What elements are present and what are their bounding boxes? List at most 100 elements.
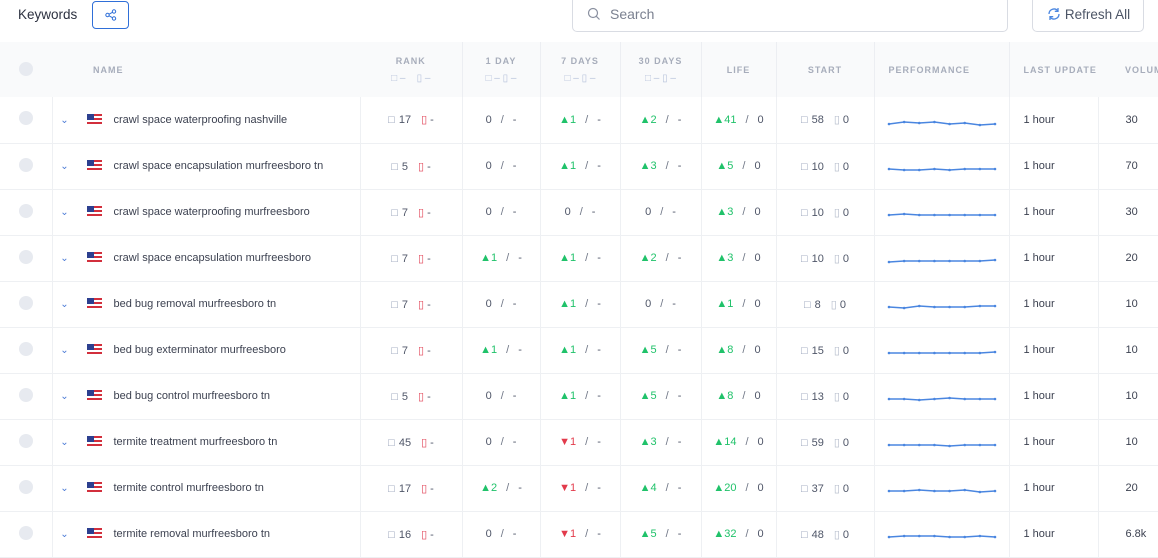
row-checkbox[interactable] (18, 111, 33, 126)
table-row[interactable]: ⌄ bed bug exterminator murfreesboro □ 7 ▯ - ▲1… (0, 327, 1158, 373)
table-row[interactable]: ⌄ termite control murfreesboro tn □ 17 ▯ - ▲2/… (0, 465, 1158, 511)
select-all-checkbox[interactable] (19, 61, 33, 76)
row-select-cell (0, 143, 53, 189)
table-row[interactable]: ⌄ bed bug removal murfreesboro tn □ 7 ▯ -0/- ▲… (0, 281, 1158, 327)
table-row[interactable]: ⌄ crawl space encapsulation murfreesboro □… (0, 235, 1158, 281)
row-checkbox[interactable] (18, 203, 33, 218)
day1-cell: 0 /- (462, 511, 541, 557)
last-update-value: 1 hour (1023, 298, 1055, 310)
last-update-cell: 1 hour (1009, 419, 1099, 465)
days7-value: 1 (570, 390, 577, 402)
table-row[interactable]: ⌄ bed bug control murfreesboro tn □ 5 ▯ -0/- ▲… (0, 373, 1158, 419)
row-checkbox[interactable] (18, 295, 33, 310)
page-title: Keywords (18, 7, 78, 22)
life-value: 3 (727, 252, 734, 264)
sparkline-point (978, 259, 981, 263)
life-mobile-value: 0 (754, 344, 761, 356)
desktop-icon: □ (388, 528, 395, 541)
us-flag-icon (86, 390, 102, 400)
table-row[interactable]: ⌄ crawl space encapsulation murfreesboro … (0, 143, 1158, 189)
performance-sparkline (887, 350, 996, 355)
life-header[interactable]: LIFE (701, 42, 777, 97)
volume-value: 20 (1125, 482, 1138, 494)
last-update-header[interactable]: LAST UPDATE (1009, 42, 1098, 97)
keyword-text[interactable]: bed bug exterminator murfreesboro (114, 344, 286, 356)
rank-header-label: RANK (395, 55, 426, 66)
days30-header[interactable]: 30 DAYS □ – ▯ – (620, 42, 702, 97)
chevron-down-icon[interactable]: ⌄ (53, 299, 77, 310)
last-update-value: 1 hour (1023, 113, 1055, 126)
performance-sparkline (887, 258, 996, 264)
days7-cell: ▲1 /- (540, 281, 621, 327)
performance-cell (874, 419, 1010, 465)
desktop-icon: □ (800, 252, 808, 265)
refresh-all-button[interactable]: Refresh All (1032, 0, 1144, 32)
us-flag-icon (86, 252, 102, 262)
days30-header-label: 30 DAYS (638, 55, 683, 66)
row-select-cell (0, 189, 53, 235)
table-row[interactable]: ⌄ termite treatment murfreesboro tn □ 45 ▯ -0… (0, 419, 1158, 465)
row-checkbox[interactable] (18, 249, 33, 264)
up-arrow-icon: ▲ (639, 528, 651, 540)
table-row[interactable]: ⌄ crawl space waterproofing nashville □ 17 ▯… (0, 97, 1158, 143)
life-value: 8 (727, 344, 734, 356)
chevron-down-icon[interactable]: ⌄ (53, 345, 77, 356)
day1-header[interactable]: 1 DAY □ – ▯ – (462, 42, 541, 97)
table-row[interactable]: ⌄ crawl space waterproofing murfreesboro □… (0, 189, 1158, 235)
days30-mobile: - (677, 436, 682, 448)
row-checkbox[interactable] (18, 341, 33, 356)
chevron-down-icon[interactable]: ⌄ (53, 161, 77, 172)
row-checkbox[interactable] (18, 479, 33, 494)
row-checkbox[interactable] (18, 157, 33, 172)
chevron-down-icon[interactable]: ⌄ (53, 115, 77, 126)
life-cell: ▲3 / 0 (701, 189, 777, 235)
chevron-down-icon[interactable]: ⌄ (53, 483, 77, 494)
separator: / (745, 482, 749, 494)
keyword-text[interactable]: termite removal murfreesboro tn (114, 528, 271, 540)
keyword-text[interactable]: termite treatment murfreesboro tn (114, 436, 278, 448)
share-button[interactable] (92, 1, 129, 29)
mobile-rank-value: - (427, 298, 431, 311)
chevron-down-icon[interactable]: ⌄ (53, 529, 77, 540)
rank-header[interactable]: RANK □ – ▯ – (360, 42, 463, 97)
sparkline-point (932, 351, 936, 355)
chevron-down-icon[interactable]: ⌄ (53, 207, 77, 218)
keyword-text[interactable]: bed bug removal murfreesboro tn (114, 298, 277, 310)
sparkline-point (947, 305, 951, 309)
keyword-text[interactable]: bed bug control murfreesboro tn (114, 390, 271, 402)
row-checkbox[interactable] (18, 387, 33, 402)
start-cell: □ 10 ▯ 0 (776, 235, 875, 281)
chevron-down-icon[interactable]: ⌄ (53, 391, 77, 402)
row-checkbox[interactable] (18, 525, 33, 540)
day1-cell: 0 /- (462, 189, 541, 235)
keyword-text[interactable]: crawl space waterproofing murfreesboro (114, 206, 310, 218)
keyword-text[interactable]: crawl space encapsulation murfreesboro t… (114, 160, 324, 172)
life-value: 20 (724, 482, 737, 494)
performance-cell (874, 143, 1010, 189)
days7-header[interactable]: 7 DAYS □ – ▯ – (540, 42, 621, 97)
performance-header[interactable]: PERFORMANCE (874, 42, 1010, 97)
start-header[interactable]: START (776, 42, 875, 97)
days30-mobile: - (677, 344, 682, 356)
last-update-value: 1 hour (1023, 436, 1055, 448)
separator: / (579, 206, 583, 218)
table-row[interactable]: ⌄ termite removal murfreesboro tn □ 16 ▯ -0/-… (0, 511, 1158, 557)
volume-header[interactable]: VOLUM (1098, 42, 1158, 97)
chevron-down-icon[interactable]: ⌄ (53, 253, 77, 264)
sparkline-point (902, 306, 905, 310)
name-header[interactable]: NAME (52, 42, 360, 97)
performance-sparkline (887, 396, 996, 402)
row-checkbox[interactable] (18, 433, 33, 448)
keyword-text[interactable]: termite control murfreesboro tn (114, 482, 264, 494)
last-update-cell: 1 hour (1009, 143, 1099, 189)
day1-value: 0 (485, 298, 492, 310)
days7-header-label: 7 DAYS (561, 55, 599, 66)
last-update-value: 1 hour (1023, 252, 1055, 264)
keyword-text[interactable]: crawl space waterproofing nashville (114, 114, 288, 126)
start-value: 15 (811, 344, 824, 357)
days30-value: 5 (650, 390, 657, 402)
keyword-text[interactable]: crawl space encapsulation murfreesboro (114, 252, 312, 264)
search-input[interactable]: Search (572, 0, 1008, 32)
separator: / (745, 528, 749, 540)
chevron-down-icon[interactable]: ⌄ (53, 437, 77, 448)
